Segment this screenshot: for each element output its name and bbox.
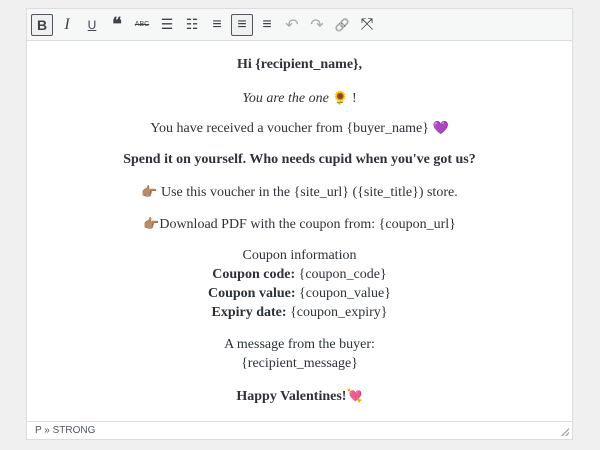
pointing-hand-icon: 👉🏽 [141, 184, 158, 199]
coupon-value-value: {coupon_value} [299, 286, 391, 301]
fullscreen-button[interactable]: ⤧ [356, 14, 378, 36]
use-line: 👉🏽 Use this voucher in the {site_url} ({… [27, 184, 572, 201]
coupon-code-line: Coupon code: {coupon_code} [27, 267, 572, 283]
coupon-value-line: Coupon value: {coupon_value} [27, 286, 572, 302]
expiry-line: Expiry date: {coupon_expiry} [27, 305, 572, 321]
message-label: A message from the buyer: [224, 337, 375, 352]
italic-button[interactable]: I [56, 14, 78, 36]
link-button[interactable]: 🔗 [331, 14, 353, 36]
tagline-text: You are the one [242, 91, 329, 106]
strikethrough-button[interactable]: ABC [131, 14, 153, 36]
blockquote-icon: ❝ [112, 14, 122, 34]
received-line: You have received a voucher from {buyer_… [27, 120, 572, 137]
message-label-line: A message from the buyer: [27, 337, 572, 353]
headline-text: Spend it on yourself. Who needs cupid wh… [123, 152, 476, 167]
coupon-info-text: Coupon information [242, 248, 357, 263]
expiry-label: Expiry date: [211, 305, 287, 320]
resize-handle-icon[interactable] [561, 428, 569, 436]
download-line-text: Download PDF with the coupon from: {coup… [159, 217, 456, 232]
numbered-list-icon: ☷ [185, 16, 199, 32]
headline: Spend it on yourself. Who needs cupid wh… [27, 152, 572, 168]
bold-button[interactable]: B [31, 13, 53, 36]
numbered-list-button[interactable]: ☷ [181, 14, 203, 36]
rich-text-editor: B I U ❝ ABC ☰ ☷ ≡ ≡ ≡ ↶ ↷ 🔗 ⤧ Hi {recipi… [26, 8, 573, 440]
message-value-line: {recipient_message} [27, 356, 572, 372]
underline-button[interactable]: U [81, 14, 103, 36]
align-center-button[interactable]: ≡ [231, 13, 253, 36]
received-text: You have received a voucher from {buyer_… [150, 121, 429, 136]
tagline-end: ! [351, 91, 357, 106]
sunflower-icon: 🌻 [332, 90, 349, 105]
blockquote-button[interactable]: ❝ [106, 14, 128, 36]
align-right-icon: ≡ [262, 15, 272, 33]
fullscreen-icon: ⤧ [360, 15, 374, 33]
pointing-hand-icon: 👉🏽 [143, 216, 160, 231]
download-line: 👉🏽Download PDF with the coupon from: {co… [27, 216, 572, 233]
coupon-value-label: Coupon value: [207, 286, 296, 301]
redo-button[interactable]: ↷ [306, 14, 328, 36]
undo-icon: ↶ [285, 16, 299, 34]
purple-heart-icon: 💜 [432, 120, 449, 135]
editor-toolbar: B I U ❝ ABC ☰ ☷ ≡ ≡ ≡ ↶ ↷ 🔗 ⤧ [27, 9, 572, 41]
coupon-code-label: Coupon code: [212, 267, 296, 282]
use-line-text: Use this voucher in the {site_url} ({sit… [160, 185, 458, 200]
undo-button[interactable]: ↶ [281, 14, 303, 36]
greeting: Hi {recipient_name}, [27, 57, 572, 73]
align-right-button[interactable]: ≡ [256, 14, 278, 36]
coupon-info-heading: Coupon information [27, 248, 572, 264]
bold-icon: B [36, 16, 48, 33]
bullet-list-icon: ☰ [160, 16, 174, 32]
greeting-text: Hi {recipient_name}, [236, 57, 363, 72]
tagline: You are the one 🌻 ! [27, 90, 572, 107]
align-left-icon: ≡ [212, 15, 222, 33]
element-path[interactable]: P » STRONG [35, 425, 95, 436]
heart-arrow-icon: 💘 [346, 388, 363, 403]
bullet-list-button[interactable]: ☰ [156, 14, 178, 36]
closing: Happy Valentines!💘 [27, 388, 572, 405]
strikethrough-icon: ABC [134, 21, 150, 28]
editor-content[interactable]: Hi {recipient_name}, You are the one 🌻 !… [27, 41, 572, 421]
message-value: {recipient_message} [241, 356, 358, 371]
status-bar: P » STRONG [27, 421, 572, 439]
closing-text: Happy Valentines! [236, 389, 347, 404]
italic-icon: I [64, 15, 70, 33]
align-left-button[interactable]: ≡ [206, 14, 228, 36]
align-center-icon: ≡ [237, 15, 247, 33]
coupon-code-value: {coupon_code} [298, 267, 387, 282]
expiry-value: {coupon_expiry} [290, 305, 388, 320]
link-icon: 🔗 [334, 17, 350, 32]
underline-icon: U [87, 17, 97, 32]
redo-icon: ↷ [310, 16, 324, 34]
